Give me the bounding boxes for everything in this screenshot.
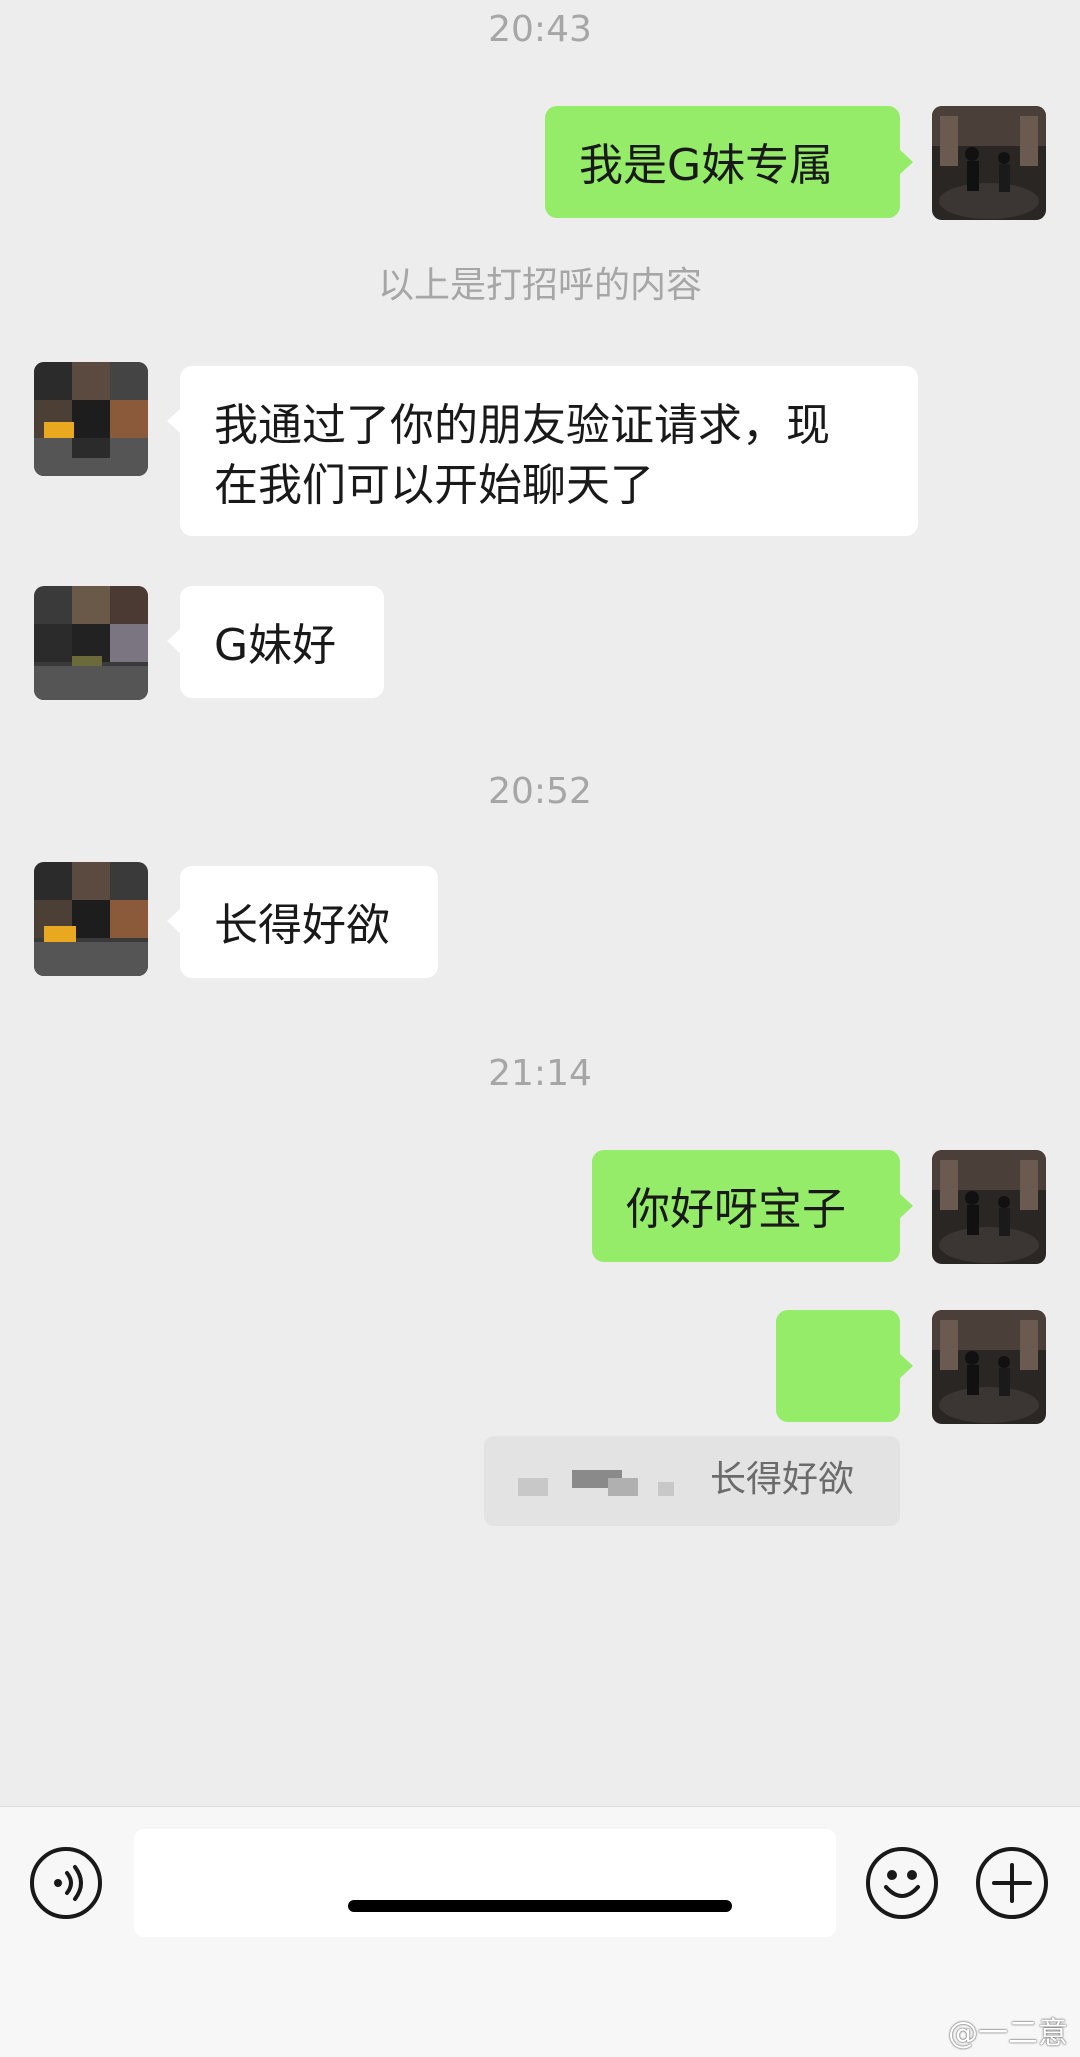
received-message-bubble[interactable]: G妹好: [167, 586, 384, 698]
input-toolbar: [0, 1806, 1080, 2057]
sent-emoji-bubble[interactable]: [776, 1310, 913, 1515]
contact-avatar[interactable]: [34, 362, 148, 476]
contact-avatar[interactable]: [34, 586, 148, 700]
system-notice: 以上是打招呼的内容: [377, 265, 702, 306]
timestamp: 21:14: [488, 1053, 592, 1094]
self-avatar[interactable]: [932, 1310, 1046, 1424]
received-message-bubble[interactable]: 长得好欲: [167, 866, 438, 978]
voice-icon: [54, 1865, 83, 1901]
quoted-reply[interactable]: 长得好欲: [484, 1436, 900, 1526]
emoji-button[interactable]: [866, 1847, 938, 1919]
quoted-sender-redacted: [518, 1470, 698, 1500]
chat-area[interactable]: 20:43 我是G妹专属 以上是打招呼的内容 我通过了你的朋友验证请求，现 在我…: [0, 0, 1080, 1806]
voice-button[interactable]: [30, 1847, 102, 1919]
quoted-text: 长得好欲: [710, 1459, 855, 1500]
more-button[interactable]: [976, 1847, 1048, 1919]
received-message-bubble[interactable]: 我通过了你的朋友验证请求，现 在我们可以开始聊天了: [167, 366, 918, 536]
watermark: @一二意: [948, 2016, 1068, 2051]
sent-message-bubble[interactable]: 我是G妹专属: [545, 106, 913, 218]
contact-avatar[interactable]: [34, 862, 148, 976]
self-avatar[interactable]: [932, 106, 1046, 220]
message-input[interactable]: [134, 1829, 836, 1937]
timestamp: 20:52: [488, 771, 592, 812]
plus-icon: [992, 1863, 1032, 1903]
timestamp: 20:43: [488, 9, 592, 50]
home-indicator[interactable]: [348, 1900, 732, 1912]
sent-message-bubble[interactable]: 你好呀宝子: [592, 1150, 913, 1262]
self-avatar[interactable]: [932, 1150, 1046, 1264]
emoji-icon: [884, 1870, 920, 1898]
